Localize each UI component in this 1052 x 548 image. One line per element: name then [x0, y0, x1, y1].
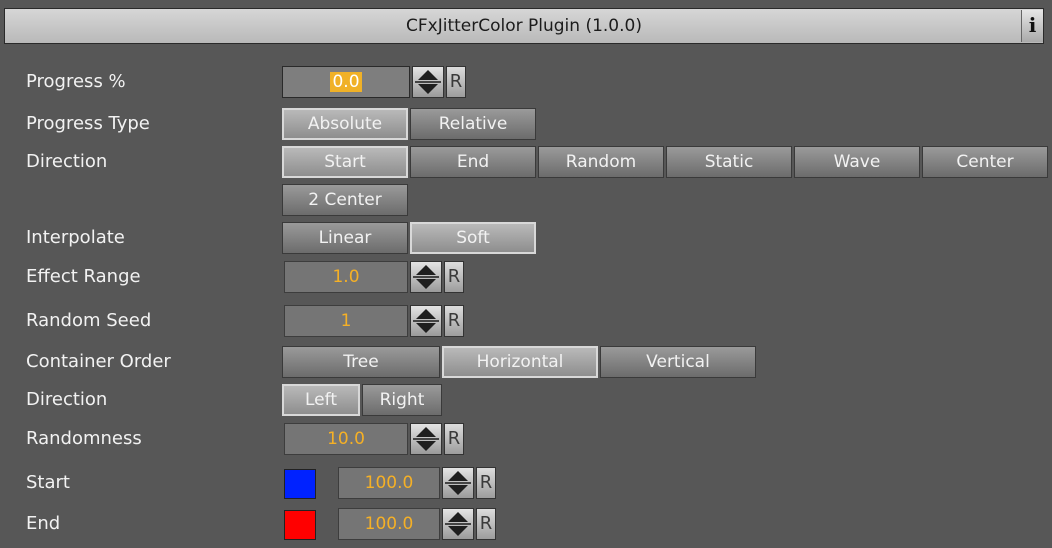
arrow-down-icon[interactable] — [418, 84, 438, 94]
plugin-title: CFxJitterColor Plugin (1.0.0) — [406, 16, 642, 36]
end-value-input[interactable]: 100.0 — [338, 508, 440, 540]
randomness-label: Randomness — [26, 428, 142, 449]
interpolate-soft-button[interactable]: Soft — [410, 222, 536, 254]
stepper-divider — [445, 523, 471, 525]
stepper-divider — [445, 482, 471, 484]
arrow-down-icon[interactable] — [448, 526, 468, 536]
end-reset-button[interactable]: R — [476, 508, 496, 540]
end-label: End — [26, 513, 61, 534]
random-seed-reset-button[interactable]: R — [444, 305, 464, 337]
direction-wave-button[interactable]: Wave — [794, 146, 920, 178]
randomness-input[interactable]: 10.0 — [284, 423, 408, 455]
interpolate-linear-button[interactable]: Linear — [282, 222, 408, 254]
direction-left-button[interactable]: Left — [282, 384, 360, 416]
arrow-down-icon[interactable] — [416, 279, 436, 289]
effect-range-input[interactable]: 1.0 — [284, 261, 408, 293]
randomness-stepper[interactable] — [410, 423, 442, 455]
random-seed-input[interactable]: 1 — [284, 305, 408, 337]
effect-range-stepper[interactable] — [410, 261, 442, 293]
start-label: Start — [26, 472, 70, 493]
arrow-up-icon[interactable] — [416, 309, 436, 319]
start-color-swatch[interactable] — [284, 469, 316, 499]
container-order-tree-button[interactable]: Tree — [282, 346, 440, 378]
container-order-label: Container Order — [26, 351, 171, 372]
direction-end-button[interactable]: End — [410, 146, 536, 178]
start-reset-button[interactable]: R — [476, 467, 496, 499]
arrow-up-icon[interactable] — [416, 265, 436, 275]
progress-reset-button[interactable]: R — [446, 66, 466, 98]
randomness-reset-button[interactable]: R — [444, 423, 464, 455]
arrow-down-icon[interactable] — [416, 441, 436, 451]
direction-random-button[interactable]: Random — [538, 146, 664, 178]
stepper-divider — [413, 320, 439, 322]
progress-type-absolute-button[interactable]: Absolute — [282, 108, 408, 140]
progress-type-relative-button[interactable]: Relative — [410, 108, 536, 140]
direction-2-center-button[interactable]: 2 Center — [282, 184, 408, 216]
effect-range-label: Effect Range — [26, 266, 141, 287]
interpolate-label: Interpolate — [26, 227, 125, 248]
direction-static-button[interactable]: Static — [666, 146, 792, 178]
start-stepper[interactable] — [442, 467, 474, 499]
arrow-up-icon[interactable] — [448, 512, 468, 522]
stepper-divider — [413, 438, 439, 440]
direction-label: Direction — [26, 151, 108, 172]
stepper-divider — [413, 276, 439, 278]
progress-value: 0.0 — [330, 72, 362, 92]
direction-right-button[interactable]: Right — [362, 384, 442, 416]
container-order-horizontal-button[interactable]: Horizontal — [442, 346, 598, 378]
random-seed-stepper[interactable] — [410, 305, 442, 337]
end-color-swatch[interactable] — [284, 510, 316, 540]
effect-range-reset-button[interactable]: R — [444, 261, 464, 293]
arrow-down-icon[interactable] — [416, 323, 436, 333]
progress-input[interactable]: 0.0 — [282, 66, 410, 98]
arrow-up-icon[interactable] — [418, 70, 438, 80]
progress-label: Progress % — [26, 71, 126, 92]
progress-type-label: Progress Type — [26, 113, 150, 134]
arrow-up-icon[interactable] — [416, 427, 436, 437]
arrow-down-icon[interactable] — [448, 485, 468, 495]
plugin-title-bar: CFxJitterColor Plugin (1.0.0) i — [4, 8, 1044, 44]
direction-start-button[interactable]: Start — [282, 146, 408, 178]
direction-center-button[interactable]: Center — [922, 146, 1048, 178]
stepper-divider — [415, 81, 441, 83]
end-stepper[interactable] — [442, 508, 474, 540]
arrow-up-icon[interactable] — [448, 471, 468, 481]
direction-lr-label: Direction — [26, 389, 108, 410]
progress-stepper[interactable] — [412, 66, 444, 98]
container-order-vertical-button[interactable]: Vertical — [600, 346, 756, 378]
start-value-input[interactable]: 100.0 — [338, 467, 440, 499]
info-button[interactable]: i — [1021, 10, 1043, 42]
random-seed-label: Random Seed — [26, 310, 152, 331]
